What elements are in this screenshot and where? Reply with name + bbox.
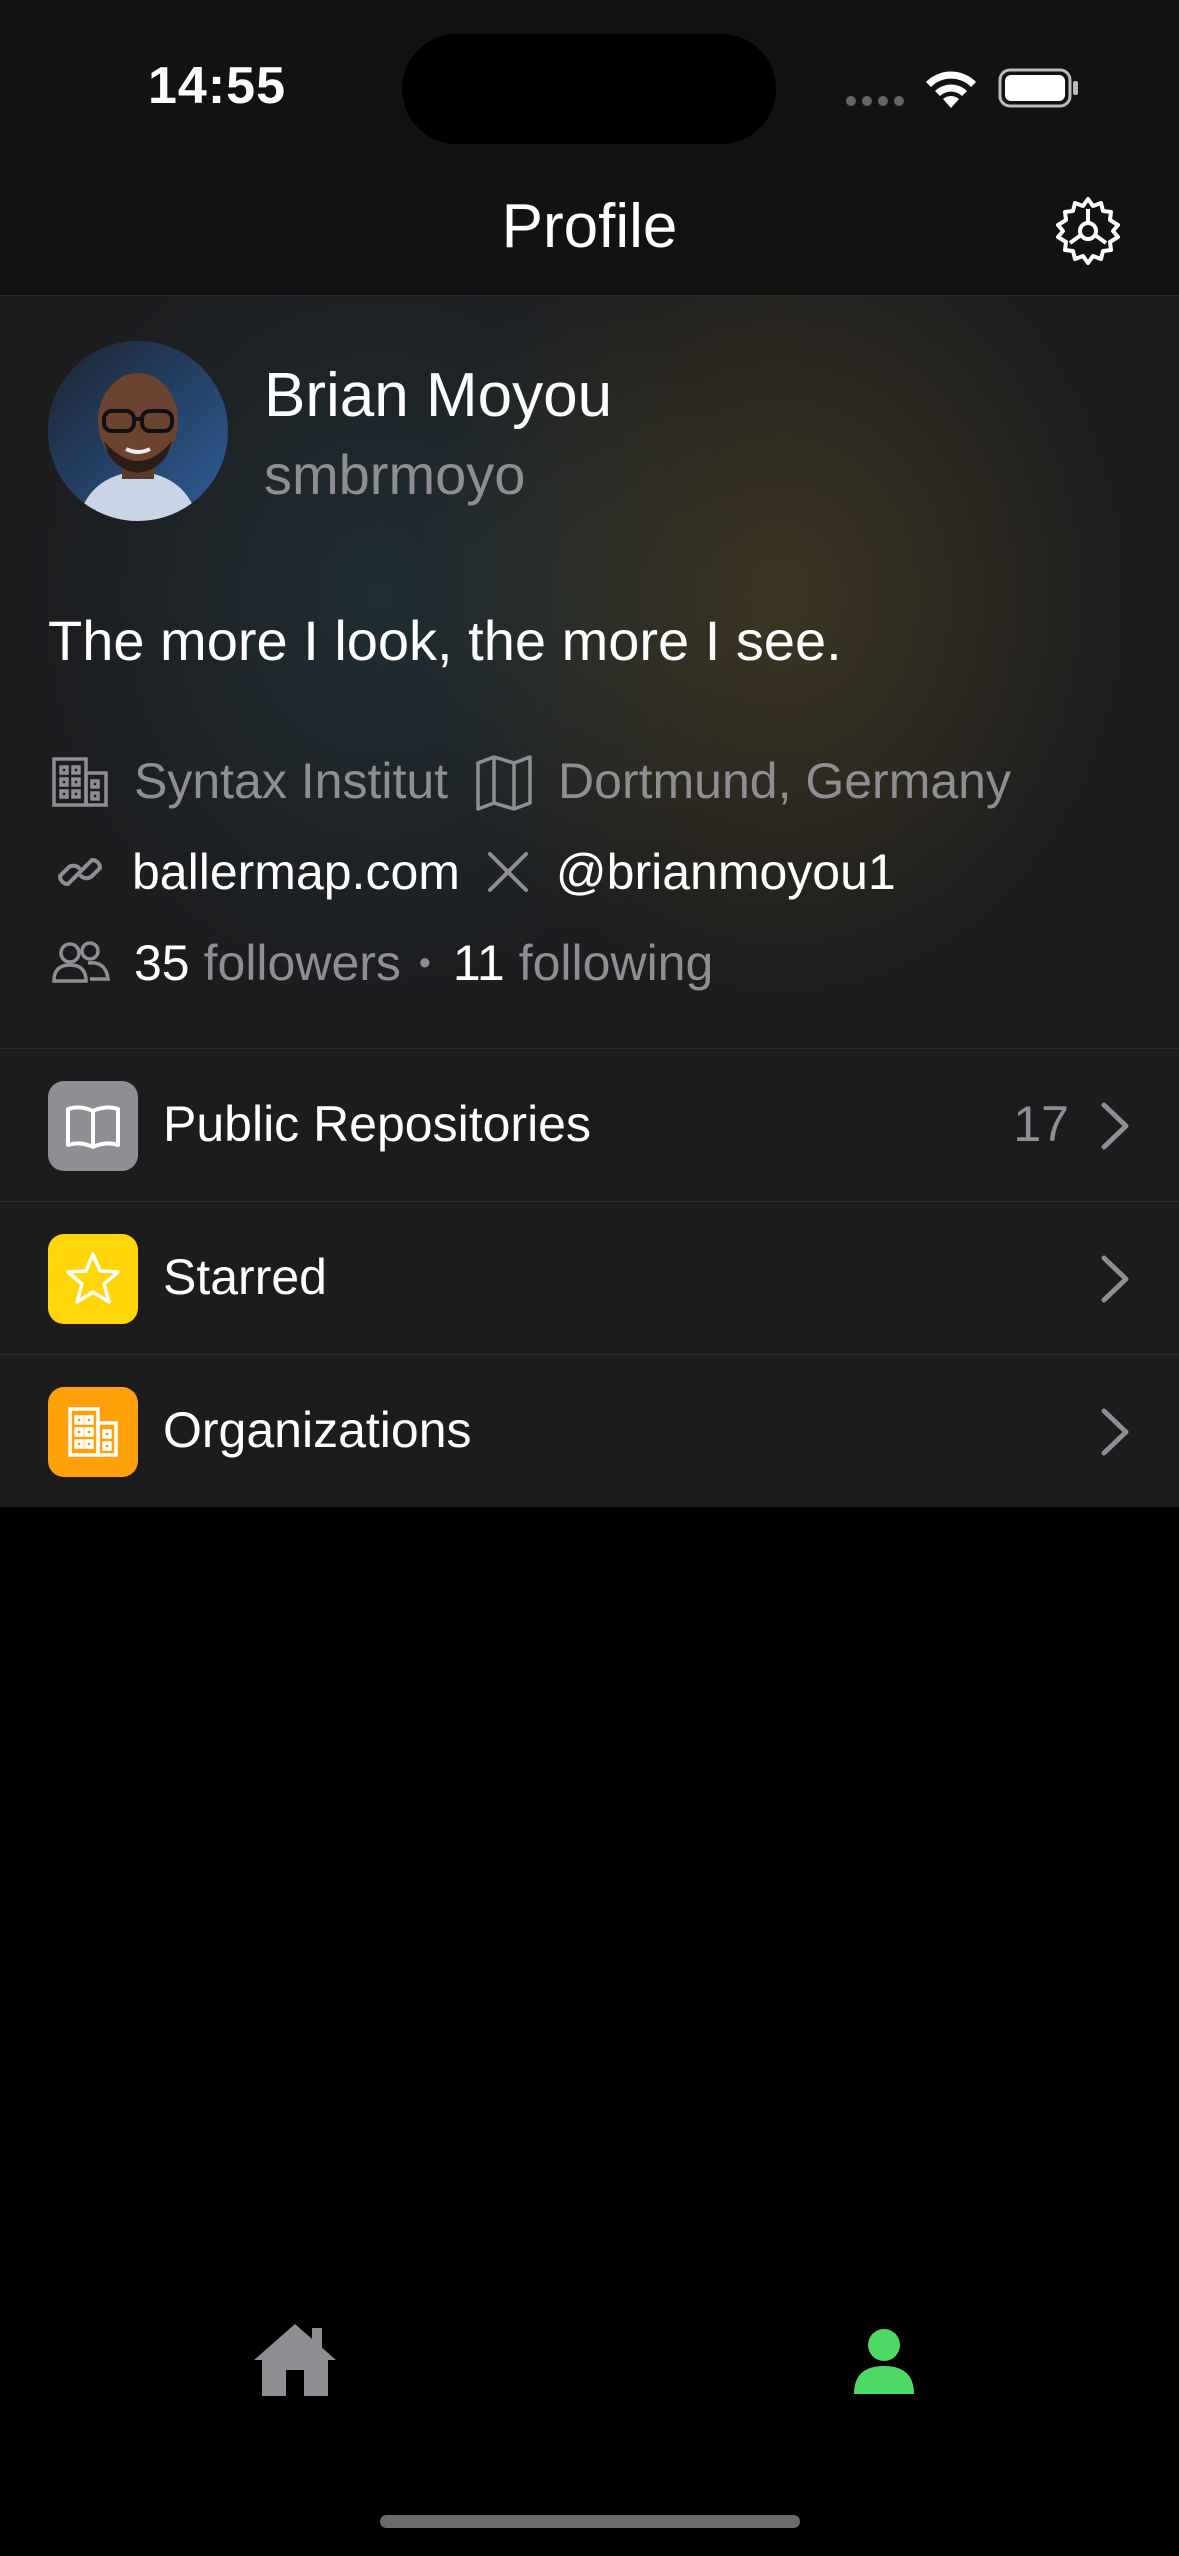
dynamic-island xyxy=(402,34,776,144)
list-item-label: Organizations xyxy=(163,1402,472,1458)
building-icon xyxy=(48,1387,138,1477)
home-indicator xyxy=(380,2515,800,2528)
status-time: 14:55 xyxy=(148,57,286,115)
company-location-row: Syntax Institut Dortmund, Germany xyxy=(48,746,1011,816)
profile-name: Brian Moyou xyxy=(264,361,613,430)
people-icon xyxy=(52,941,110,983)
house-icon[interactable] xyxy=(250,2320,340,2400)
book-icon xyxy=(48,1081,138,1171)
following-count[interactable]: 11 xyxy=(453,934,505,992)
star-icon xyxy=(48,1234,138,1324)
repository-count: 17 xyxy=(1013,1096,1069,1152)
cellular-signal-icon xyxy=(846,96,906,106)
profile-header: Brian Moyou smbrmoyo The more I look, th… xyxy=(0,296,1179,1048)
profile-username: smbrmoyo xyxy=(264,443,526,506)
battery-icon xyxy=(998,68,1078,108)
profile-menu-list: Public Repositories 17 Starred Organizat… xyxy=(0,1048,1179,1507)
list-item-label: Public Repositories xyxy=(163,1096,591,1152)
profile-company: Syntax Institut xyxy=(134,753,449,809)
person-icon[interactable] xyxy=(852,2328,916,2396)
list-item-starred[interactable]: Starred xyxy=(0,1201,1179,1354)
follow-row: 35 followers • 11 following xyxy=(48,928,713,998)
status-bar: 14:55 xyxy=(0,0,1179,175)
link-icon xyxy=(57,857,103,887)
gear-icon[interactable] xyxy=(1052,195,1124,267)
wifi-icon xyxy=(926,71,976,108)
chevron-right-icon xyxy=(1101,1255,1129,1303)
list-item-public-repositories[interactable]: Public Repositories 17 xyxy=(0,1048,1179,1201)
followers-label[interactable]: followers xyxy=(204,934,401,992)
list-item-organizations[interactable]: Organizations xyxy=(0,1354,1179,1507)
building-icon xyxy=(52,757,108,807)
navigation-bar: Profile xyxy=(0,175,1179,296)
chevron-right-icon xyxy=(1101,1408,1129,1456)
page-title: Profile xyxy=(501,192,678,261)
map-icon xyxy=(476,755,532,811)
profile-x-handle-link[interactable]: @brianmoyou1 xyxy=(556,843,896,901)
x-logo-icon xyxy=(487,852,528,892)
profile-bio: The more I look, the more I see. xyxy=(48,609,842,672)
chevron-right-icon xyxy=(1101,1102,1129,1150)
profile-website-link[interactable]: ballermap.com xyxy=(132,843,460,901)
followers-count[interactable]: 35 xyxy=(134,934,190,992)
profile-location: Dortmund, Germany xyxy=(558,753,1011,809)
list-item-label: Starred xyxy=(163,1249,327,1305)
links-row: ballermap.com @brianmoyou1 xyxy=(48,837,896,907)
following-label[interactable]: following xyxy=(519,934,714,992)
follow-separator: • xyxy=(418,943,431,982)
avatar[interactable] xyxy=(48,341,228,521)
